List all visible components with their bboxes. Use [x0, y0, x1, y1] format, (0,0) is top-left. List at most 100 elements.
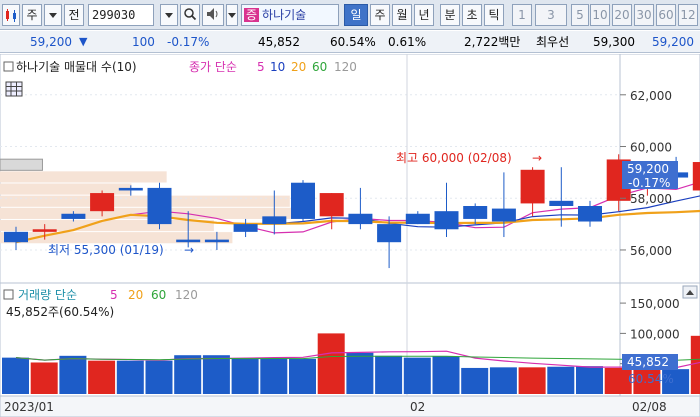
candle-body — [692, 162, 700, 191]
candle-body — [118, 187, 143, 191]
panel-checkbox-icon[interactable] — [3, 61, 14, 72]
vol-legend-ma60: 60 — [151, 288, 166, 302]
jeon-button[interactable]: 전 — [64, 4, 84, 26]
vol-legend-ma20: 20 — [128, 288, 143, 302]
table-icon[interactable] — [5, 81, 23, 97]
volume-bar — [403, 357, 431, 394]
volume-bar — [88, 360, 116, 394]
chevron-down-icon — [49, 13, 57, 18]
candle-body — [405, 213, 430, 225]
price-tick-label: 62,000 — [630, 89, 672, 103]
sound-dropdown-button[interactable] — [226, 4, 238, 26]
period-tab-0[interactable]: 일 — [344, 4, 368, 26]
current-pct-marker: -0.17% — [628, 176, 670, 190]
candle-body — [520, 169, 545, 204]
candle-body — [4, 231, 28, 243]
market-type-label: 주 — [26, 8, 38, 22]
best-ask-price: 59,300 — [593, 35, 635, 49]
candle-body — [377, 224, 402, 243]
interval-tab-4[interactable]: 20 — [612, 4, 632, 26]
candle-body — [434, 211, 459, 230]
interval-tab-2[interactable]: 5 — [571, 4, 589, 26]
volume-bar — [461, 367, 489, 394]
period-tab-3[interactable]: 년 — [414, 4, 434, 26]
candle-body — [147, 187, 172, 225]
down-arrow-icon: ▼ — [79, 35, 88, 48]
volume-bar — [375, 355, 403, 394]
volume-info: 45,852주(60.54%) — [6, 305, 114, 319]
chart-type-icon[interactable] — [2, 4, 20, 26]
stock-chart[interactable]: 하나기술 매물대 수(10) 종가 단순 5 10 20 60 120 최고 6… — [0, 53, 700, 417]
scroll-up-button[interactable] — [682, 285, 698, 299]
date-axis — [0, 395, 700, 417]
interval-tab-3[interactable]: 10 — [590, 4, 610, 26]
volume-value: 45,852 — [258, 35, 300, 49]
period-tab-2[interactable]: 월 — [392, 4, 412, 26]
date-label-jan: 2023/01 — [4, 400, 54, 414]
price-legend-prefix: 종가 단순 — [189, 60, 237, 74]
volume-panel-checkbox-icon[interactable] — [3, 289, 14, 300]
candle-body — [578, 206, 602, 222]
speaker-icon — [207, 8, 218, 20]
candle-body — [176, 239, 201, 243]
market-dropdown-button[interactable] — [44, 4, 62, 26]
turnover-rate: 0.61% — [388, 35, 427, 49]
stock-name-field[interactable]: 증 하나기술 — [241, 4, 339, 26]
volume-bar — [30, 362, 58, 394]
trade-amount: 2,722백만 — [464, 35, 521, 49]
interval-tab-7[interactable]: 12 — [678, 4, 698, 26]
low-arrow-icon: → — [184, 243, 194, 257]
stock-code-value: 299030 — [92, 8, 136, 22]
volume-profile-bar — [0, 195, 290, 207]
volume-bar — [518, 367, 546, 394]
jeon-label: 전 — [68, 8, 80, 22]
best-bid-price: 59,200 — [652, 35, 694, 49]
volume-profile-bar — [0, 171, 167, 183]
date-label-feb: 02 — [410, 400, 425, 414]
volume-bar — [260, 358, 288, 394]
low-price-label: 최저 55,300 (01/19) — [48, 243, 164, 257]
candle-body — [463, 206, 488, 219]
sound-button[interactable] — [202, 4, 224, 26]
market-tag: 증 — [244, 8, 260, 22]
chevron-down-icon — [165, 13, 173, 18]
volume-bar — [231, 358, 259, 394]
interval-tab-1[interactable]: 3 — [535, 4, 567, 26]
market-type-select[interactable]: 주 — [22, 4, 42, 26]
price-tick-label: 56,000 — [630, 244, 672, 258]
legend-ma120: 120 — [334, 60, 357, 74]
stock-name: 하나기술 — [262, 8, 307, 22]
cursor-date: 02/08 — [632, 400, 667, 414]
high-price-label: 최고 60,000 (02/08) — [396, 151, 512, 165]
period-tab-5[interactable]: 초 — [462, 4, 482, 26]
stock-code-input[interactable]: 299030 — [88, 4, 154, 26]
vol-legend-ma120: 120 — [175, 288, 198, 302]
volume-bar — [289, 358, 316, 394]
candle-body — [233, 224, 258, 232]
period-tab-1[interactable]: 주 — [370, 4, 390, 26]
volume-bar — [489, 367, 517, 394]
chart-area[interactable]: 하나기술 매물대 수(10) 종가 단순 5 10 20 60 120 최고 6… — [0, 53, 700, 417]
code-dropdown-button[interactable] — [160, 4, 178, 26]
legend-ma10: 10 — [270, 60, 285, 74]
toolbar: 주 전 299030 증 하나기술 일 주 월 년 분 초 틱 1 3 5 10 20 30 60 12 — [0, 0, 700, 30]
period-tab-6[interactable]: 틱 — [484, 4, 504, 26]
price-change: 100 — [132, 35, 155, 49]
period-tab-4[interactable]: 분 — [440, 4, 460, 26]
search-button[interactable] — [180, 4, 200, 26]
change-percent: -0.17% — [167, 35, 210, 49]
high-arrow-icon: → — [532, 151, 542, 165]
volume-bar — [690, 335, 700, 394]
interval-tab-5[interactable]: 30 — [634, 4, 654, 26]
current-volume-marker: 45,852 — [627, 355, 669, 369]
interval-tab-6[interactable]: 60 — [656, 4, 676, 26]
volume-tick-label: 150,000 — [630, 297, 680, 311]
candle-body — [348, 213, 373, 225]
search-icon — [184, 8, 197, 21]
interval-tab-0[interactable]: 1 — [512, 4, 532, 26]
volume-legend-prefix: 거래량 단순 — [18, 288, 77, 302]
price-panel-title: 하나기술 매물대 수(10) — [16, 60, 137, 74]
volume-bar — [116, 360, 144, 394]
current-volume-pct: 60.54% — [628, 372, 674, 386]
volume-bar — [547, 366, 575, 394]
